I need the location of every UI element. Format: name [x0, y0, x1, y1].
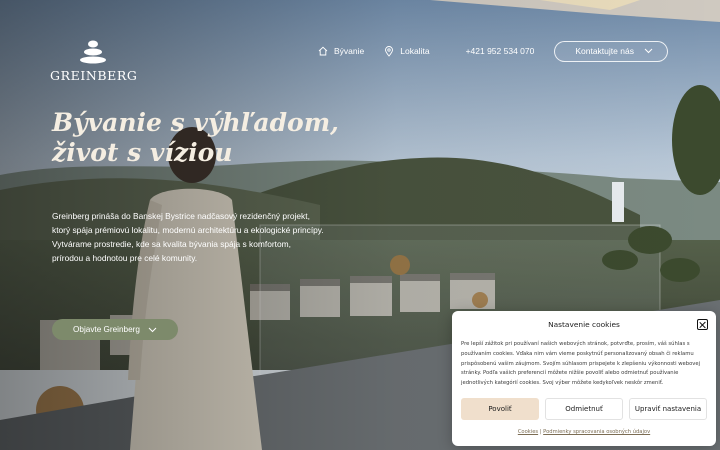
headline-line-1: Bývanie s výhľadom, [52, 108, 339, 137]
cookie-dialog-title: Nastavenie cookies [548, 320, 620, 329]
accept-cookies-button[interactable]: Povoliť [461, 398, 539, 420]
privacy-policy-link[interactable]: Podmienky spracovania osobných údajov [543, 429, 650, 435]
nav-item-byvanie[interactable]: Bývanie [318, 46, 364, 56]
nav-item-label: Lokalita [400, 46, 430, 56]
home-icon [318, 46, 328, 56]
phone-link[interactable]: +421 952 534 070 [466, 46, 535, 56]
cookie-button-row: Povoliť Odmietnuť Upraviť nastavenia [461, 398, 707, 420]
cookie-dialog-text: Pre lepší zážitok pri používaní našich w… [461, 341, 701, 387]
cookie-links: Cookies | Podmienky spracovania osobných… [452, 429, 716, 435]
cookies-policy-link[interactable]: Cookies [518, 429, 538, 435]
cookie-settings-button[interactable]: Upraviť nastavenia [629, 398, 707, 420]
nav-item-lokalita[interactable]: Lokalita [384, 45, 430, 57]
discover-button-label: Objavte Greinberg [73, 325, 140, 334]
headline-line-2: život s víziou [52, 138, 233, 167]
hero-intro: Greinberg prináša do Banskej Bystrice na… [52, 211, 324, 263]
stones-logo-icon [80, 40, 106, 64]
contact-button[interactable]: Kontaktujte nás [554, 40, 668, 62]
chevron-down-icon [148, 327, 157, 332]
nav-item-label: Bývanie [334, 46, 365, 56]
contact-button-label: Kontaktujte nás [575, 46, 634, 56]
brand-logo[interactable]: GREINBERG [50, 40, 138, 83]
main-navigation: Bývanie Lokalita +421 952 534 070 Kontak… [318, 40, 668, 62]
close-icon[interactable] [697, 319, 708, 330]
deny-cookies-button[interactable]: Odmietnuť [545, 398, 623, 420]
cookie-consent-dialog: Nastavenie cookies Pre lepší zážitok pri… [452, 311, 716, 446]
chevron-down-icon [644, 48, 653, 54]
map-pin-icon [385, 45, 394, 57]
brand-name: GREINBERG [50, 68, 138, 83]
hero-headline: Bývanie s výhľadom, život s víziou [52, 108, 352, 168]
discover-button[interactable]: Objavte Greinberg [52, 319, 178, 340]
